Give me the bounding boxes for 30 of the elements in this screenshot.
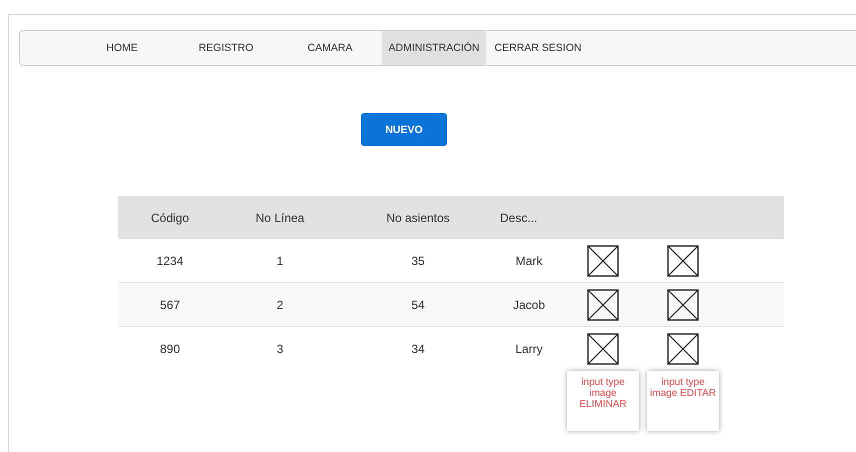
- annotation-note: input type image ELIMINAR: [567, 370, 639, 430]
- table-cell-text: 54: [410, 298, 426, 312]
- column-header: Desc...: [499, 210, 538, 224]
- table-cell-text: 1234: [156, 254, 184, 268]
- image-placeholder-icon[interactable]: [667, 332, 699, 364]
- nav-tab[interactable]: CAMARA: [278, 31, 382, 65]
- table-cell-text: 890: [158, 342, 182, 356]
- nav-tab[interactable]: REGISTRO: [174, 31, 278, 65]
- annotation-note: input type image EDITAR: [647, 370, 719, 430]
- column-header: No asientos: [385, 210, 451, 224]
- nav-tab[interactable]: ADMINISTRACIÓN: [382, 31, 486, 65]
- column-header: No Línea: [254, 210, 306, 224]
- table-cell-text: Mark: [514, 254, 544, 268]
- image-placeholder-icon[interactable]: [667, 244, 699, 276]
- new-button[interactable]: NUEVO: [361, 113, 447, 146]
- column-header: Código: [150, 210, 190, 224]
- nav-tab[interactable]: CERRAR SESION: [486, 31, 590, 65]
- table-cell-text: 567: [158, 298, 182, 312]
- image-placeholder-icon[interactable]: [587, 288, 619, 320]
- nav-tab[interactable]: HOME: [70, 31, 174, 65]
- image-placeholder-icon[interactable]: [587, 244, 619, 276]
- table-cell-text: 1: [276, 254, 284, 268]
- table-cell-text: 3: [276, 342, 284, 356]
- image-placeholder-icon[interactable]: [587, 332, 619, 364]
- table-cell-text: 34: [410, 342, 426, 356]
- table-cell-text: Jacob: [512, 298, 546, 312]
- table-cell-text: Larry: [514, 342, 544, 356]
- table-cell-text: 35: [410, 254, 426, 268]
- image-placeholder-icon[interactable]: [667, 288, 699, 320]
- table-cell-text: 2: [276, 298, 284, 312]
